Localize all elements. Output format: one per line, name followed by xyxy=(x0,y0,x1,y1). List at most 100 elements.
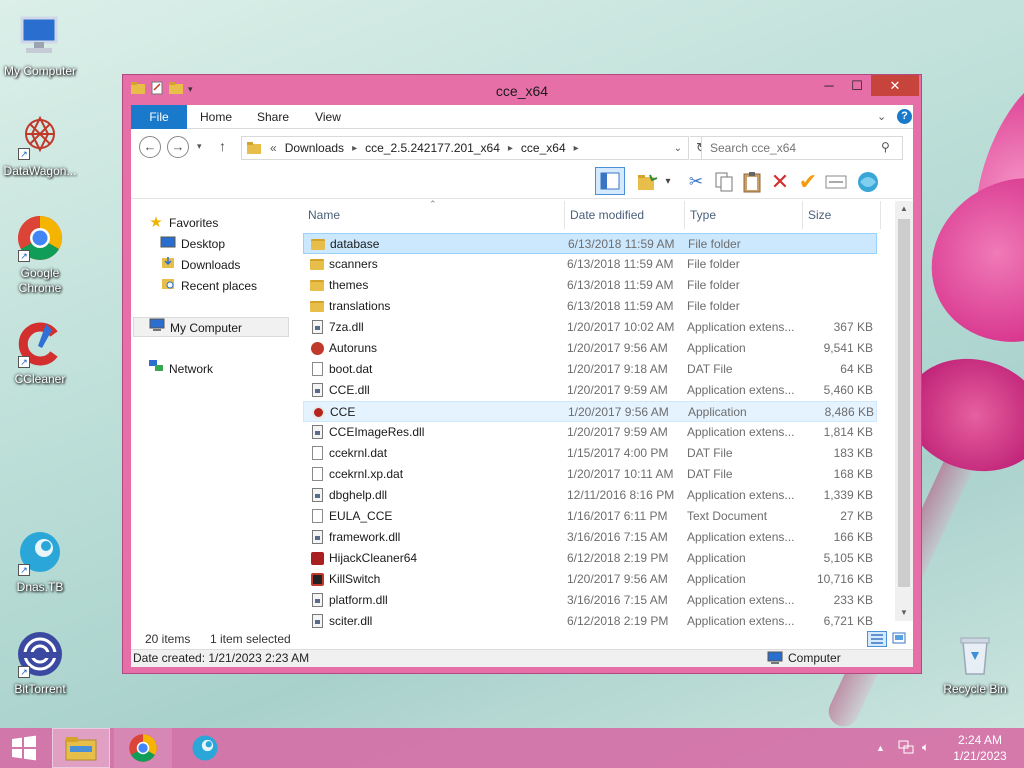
file-type: File folder xyxy=(687,278,740,292)
column-header-type[interactable]: Type xyxy=(685,201,803,229)
desktop-icon-bittorrent[interactable]: ↗ BitTorrent xyxy=(0,630,80,697)
breadcrumb-downloads[interactable]: Downloads xyxy=(285,141,344,155)
delete-button[interactable]: ✕ xyxy=(767,169,793,195)
file-row[interactable]: database 6/13/2018 11:59 AM File folder xyxy=(303,233,877,254)
folder-icon xyxy=(310,259,324,270)
scroll-up-icon[interactable]: ▲ xyxy=(895,201,913,217)
file-type: File folder xyxy=(687,257,740,271)
maximize-button[interactable]: ☐ xyxy=(843,75,871,96)
nav-my-computer[interactable]: My Computer xyxy=(133,317,289,337)
details-view-button[interactable] xyxy=(867,631,887,647)
desktop-icon-chrome[interactable]: ↗ Google Chrome xyxy=(0,214,80,296)
desktop-icon-recycle-bin[interactable]: Recycle Bin xyxy=(935,630,1015,697)
folder-icon xyxy=(311,239,325,250)
show-hidden-icons-icon[interactable]: ▲ xyxy=(876,743,885,753)
nav-downloads[interactable]: Downloads xyxy=(159,255,240,275)
desktop-icon-datawagon[interactable]: ↗ DataWagon... xyxy=(0,112,80,179)
shortcut-arrow-icon: ↗ xyxy=(18,356,30,368)
file-row[interactable]: framework.dll 3/16/2016 7:15 AM Applicatio… xyxy=(303,527,877,548)
tab-share[interactable]: Share xyxy=(249,105,297,129)
computer-icon xyxy=(767,651,783,670)
navigation-bar: ← → ▾ ↑ « Downloads ▸ cce_2.5.242177.201… xyxy=(131,129,913,165)
cut-button[interactable]: ✂ xyxy=(683,169,709,195)
file-row[interactable]: CCEImageRes.dll 1/20/2017 9:59 AM Applicat… xyxy=(303,422,877,443)
file-row[interactable]: EULA_CCE 1/16/2017 6:11 PM Text Document 27… xyxy=(303,506,877,527)
properties-button[interactable] xyxy=(823,169,849,195)
wallpaper-petal xyxy=(904,149,1024,371)
file-row[interactable]: platform.dll 3/16/2016 7:15 AM Application… xyxy=(303,590,877,611)
address-overflow[interactable]: « xyxy=(270,141,277,155)
dll-file-icon xyxy=(311,383,323,397)
file-row[interactable]: dbghelp.dll 12/11/2016 8:16 PM Application… xyxy=(303,485,877,506)
tab-home[interactable]: Home xyxy=(191,105,241,129)
location-label: Computer xyxy=(788,651,841,665)
file-row[interactable]: KillSwitch 1/20/2017 9:56 AM Application 10… xyxy=(303,569,877,590)
file-name: HijackCleaner64 xyxy=(329,551,418,565)
file-date: 1/20/2017 10:11 AM xyxy=(567,467,674,481)
large-icons-view-button[interactable] xyxy=(891,631,909,647)
chevron-right-icon[interactable]: ▸ xyxy=(508,143,513,154)
tab-file[interactable]: File xyxy=(131,105,187,129)
nav-network[interactable]: Network xyxy=(147,359,213,379)
file-icon xyxy=(311,509,323,523)
close-button[interactable]: ✕ xyxy=(871,75,919,96)
file-row[interactable]: CCE 1/20/2017 9:56 AM Application 8,486 KB xyxy=(303,401,877,422)
rename-check-button[interactable]: ✔ xyxy=(795,169,821,195)
desktop-icon-ccleaner[interactable]: ↗ CCleaner xyxy=(0,320,80,387)
file-row[interactable]: boot.dat 1/20/2017 9:18 AM DAT File 64 KB xyxy=(303,359,877,380)
file-row[interactable]: 7za.dll 1/20/2017 10:02 AM Application ext… xyxy=(303,317,877,338)
nav-label: Desktop xyxy=(181,237,226,251)
file-row[interactable]: scanners 6/13/2018 11:59 AM File folder xyxy=(303,254,877,275)
vertical-scrollbar[interactable]: ▲ ▼ xyxy=(895,201,913,621)
file-row[interactable]: Autoruns 1/20/2017 9:56 AM Application 9,54… xyxy=(303,338,877,359)
new-folder-dropdown-icon[interactable]: ▾ xyxy=(661,169,675,195)
start-button[interactable] xyxy=(0,728,48,768)
copy-button[interactable] xyxy=(711,169,737,195)
breadcrumb-cce-x64[interactable]: cce_x64 xyxy=(521,141,566,155)
file-row[interactable]: themes 6/13/2018 11:59 AM File folder xyxy=(303,275,877,296)
globe-icon[interactable] xyxy=(855,169,881,195)
desktop-icon-dnas-tb[interactable]: ↗ Dnas.TB xyxy=(0,528,80,595)
file-row[interactable]: translations 6/13/2018 11:59 AM File folde… xyxy=(303,296,877,317)
address-bar[interactable]: « Downloads ▸ cce_2.5.242177.201_x64 ▸ c… xyxy=(241,136,689,160)
file-row[interactable]: CCE.dll 1/20/2017 9:59 AM Application exte… xyxy=(303,380,877,401)
recent-locations-dropdown-icon[interactable]: ▾ xyxy=(197,141,202,152)
taskbar-file-explorer[interactable] xyxy=(52,728,110,768)
paste-button[interactable] xyxy=(739,169,765,195)
nav-desktop[interactable]: Desktop xyxy=(159,234,225,254)
tab-view[interactable]: View xyxy=(305,105,351,129)
network-tray-icon[interactable] xyxy=(898,740,914,757)
dll-file-icon xyxy=(311,593,323,607)
file-row[interactable]: ccekrnl.xp.dat 1/20/2017 10:11 AM DAT File… xyxy=(303,464,877,485)
address-dropdown-icon[interactable]: ⌄ xyxy=(674,143,682,154)
chevron-right-icon[interactable]: ▸ xyxy=(574,143,579,154)
nav-recent-places[interactable]: Recent places xyxy=(159,276,257,296)
title-bar[interactable]: ▾ cce_x64 ─ ☐ ✕ xyxy=(123,75,921,105)
scroll-down-icon[interactable]: ▼ xyxy=(895,605,913,621)
new-folder-button[interactable] xyxy=(635,169,661,195)
volume-icon[interactable]: 🔈︎ xyxy=(922,740,929,755)
scroll-thumb[interactable] xyxy=(898,219,910,587)
column-header-date[interactable]: Date modified xyxy=(565,201,685,229)
preview-pane-button[interactable] xyxy=(595,167,625,195)
minimize-button[interactable]: ─ xyxy=(815,75,843,96)
desktop-icon-my-computer[interactable]: My Computer xyxy=(0,12,80,79)
back-button[interactable]: ← xyxy=(139,136,161,158)
system-clock[interactable]: 2:24 AM 1/21/2023 xyxy=(940,732,1020,764)
file-type: Application xyxy=(687,551,746,565)
taskbar-dnas[interactable] xyxy=(176,728,234,768)
expand-ribbon-icon[interactable]: ⌄ xyxy=(877,110,886,123)
forward-button[interactable]: → xyxy=(167,136,189,158)
file-row[interactable]: HijackCleaner64 6/12/2018 2:19 PM Applicat… xyxy=(303,548,877,569)
chevron-right-icon[interactable]: ▸ xyxy=(352,143,357,154)
column-header-size[interactable]: Size xyxy=(803,201,881,229)
chrome-icon: ↗ xyxy=(16,214,64,262)
nav-favorites[interactable]: ★ Favorites xyxy=(147,213,218,233)
breadcrumb-cce-version[interactable]: cce_2.5.242177.201_x64 xyxy=(365,141,500,155)
recent-places-icon xyxy=(159,276,177,296)
up-button[interactable]: ↑ xyxy=(219,138,226,154)
help-icon[interactable]: ? xyxy=(897,109,912,124)
file-row[interactable]: ccekrnl.dat 1/15/2017 4:00 PM DAT File 183 … xyxy=(303,443,877,464)
taskbar-chrome[interactable] xyxy=(114,728,172,768)
search-input[interactable] xyxy=(701,136,903,160)
